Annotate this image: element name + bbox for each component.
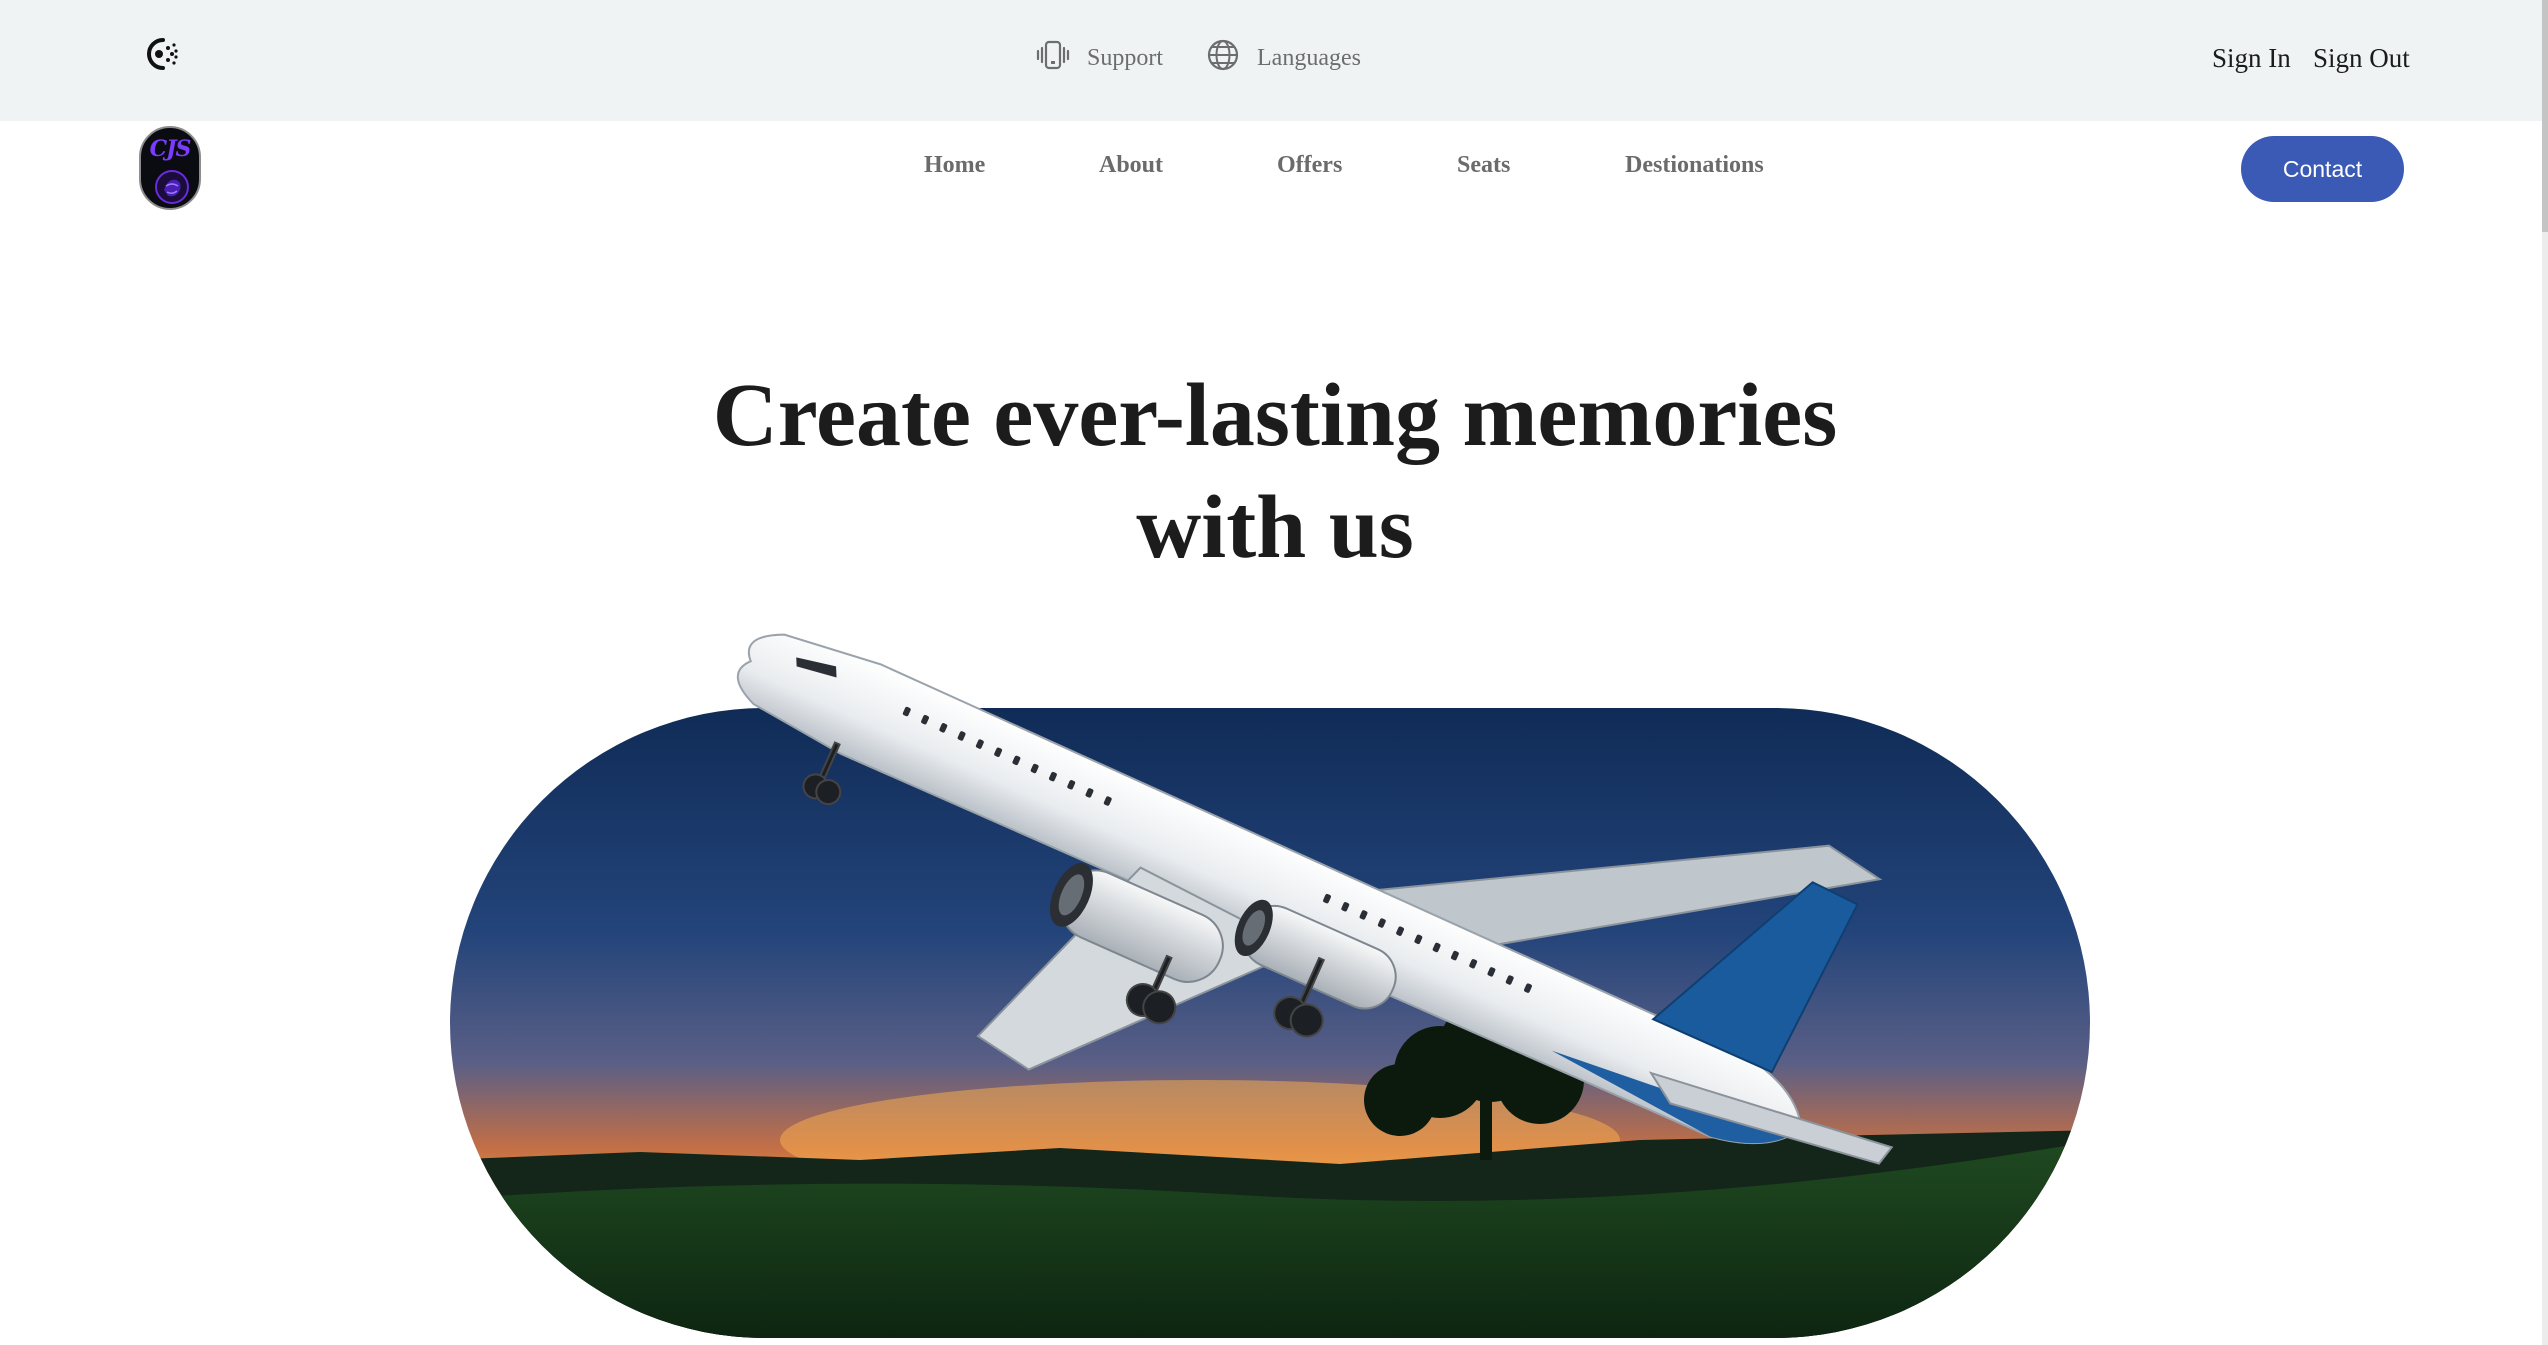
sign-out-link[interactable]: Sign Out xyxy=(2313,38,2410,78)
globe-icon xyxy=(1205,37,1241,80)
top-utility-bar: Support Languages Sign In Sign Out xyxy=(0,0,2548,121)
dotted-c-icon[interactable] xyxy=(139,34,179,74)
nav-item-about[interactable]: About xyxy=(1099,152,1163,179)
nav-item-offers[interactable]: Offers xyxy=(1277,152,1342,179)
hero-title-line-2: with us xyxy=(1136,478,1414,577)
languages-link[interactable]: Languages xyxy=(1205,38,1361,78)
site-logo[interactable]: CJS xyxy=(139,126,201,210)
scrollbar[interactable] xyxy=(2542,0,2548,1345)
nav-item-home[interactable]: Home xyxy=(924,152,985,179)
scrollbar-thumb[interactable] xyxy=(2542,0,2548,232)
contact-button[interactable]: Contact xyxy=(2241,136,2404,202)
hero-title-line-1: Create ever-lasting memories xyxy=(712,366,1838,465)
logo-text: CJS xyxy=(149,136,192,162)
support-label: Support xyxy=(1087,44,1164,71)
vibrating-phone-icon xyxy=(1035,37,1071,80)
sign-in-link[interactable]: Sign In xyxy=(2212,38,2291,78)
nav-item-seats[interactable]: Seats xyxy=(1457,152,1510,179)
lion-emblem-icon xyxy=(155,170,189,204)
languages-label: Languages xyxy=(1257,44,1361,71)
nav-item-destionations[interactable]: Destionations xyxy=(1625,152,1764,179)
support-link[interactable]: Support xyxy=(1035,38,1163,78)
hero-title: Create ever-lasting memories with us xyxy=(640,360,1910,584)
